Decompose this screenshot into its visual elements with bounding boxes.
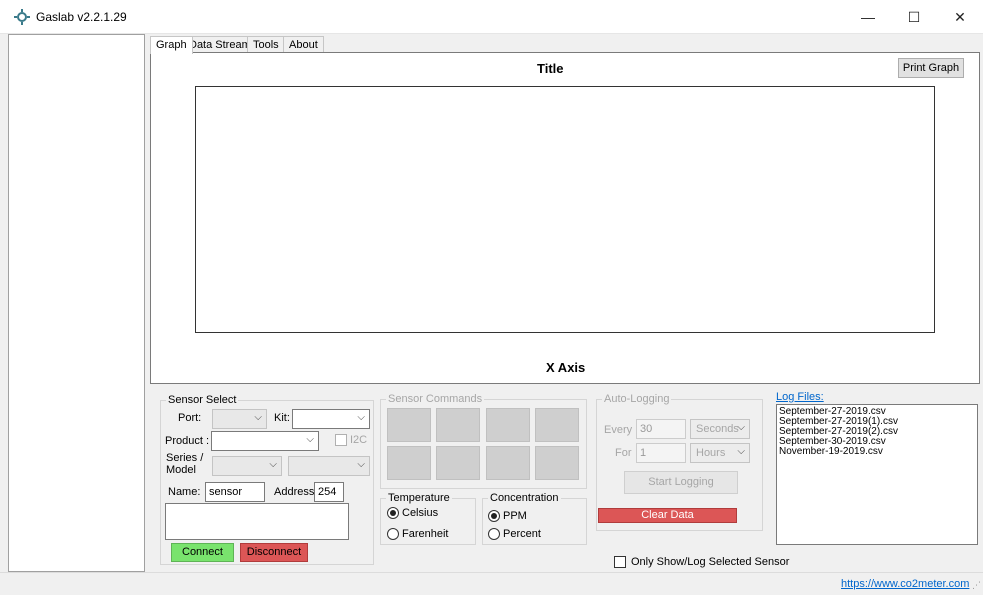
chevron-down-icon: ⌵ bbox=[737, 422, 745, 433]
maximize-button[interactable]: ☐ bbox=[891, 0, 937, 34]
chevron-down-icon: ⌵ bbox=[357, 412, 365, 423]
start-logging-button[interactable]: Start Logging bbox=[624, 471, 738, 494]
tab-about[interactable]: About bbox=[283, 36, 324, 53]
sensor-command-button-2[interactable] bbox=[436, 408, 480, 442]
website-link[interactable]: https://www.co2meter.com bbox=[841, 578, 969, 590]
sensor-command-button-3[interactable] bbox=[486, 408, 530, 442]
product-select[interactable]: ⌵ bbox=[211, 431, 319, 451]
every-input[interactable] bbox=[636, 419, 686, 439]
sensor-select-title: Sensor Select bbox=[166, 394, 239, 406]
sensor-list-panel[interactable] bbox=[8, 34, 145, 572]
only-show-checkbox[interactable] bbox=[614, 556, 626, 568]
series-select[interactable]: ⌵ bbox=[212, 456, 282, 476]
sensor-command-button-7[interactable] bbox=[486, 446, 530, 480]
percent-label: Percent bbox=[503, 528, 541, 540]
sensor-command-button-4[interactable] bbox=[535, 408, 579, 442]
x-axis-label: X Axis bbox=[546, 360, 586, 375]
chevron-down-icon: ⌵ bbox=[254, 412, 262, 423]
celsius-label: Celsius bbox=[402, 507, 439, 519]
port-select[interactable]: ⌵ bbox=[212, 409, 267, 429]
resize-grip-icon[interactable]: ⋰ bbox=[972, 580, 981, 591]
for-unit-value: Hours bbox=[696, 447, 726, 459]
i2c-label: I2C bbox=[350, 434, 368, 446]
chevron-down-icon: ⌵ bbox=[737, 446, 745, 457]
for-label: For bbox=[615, 447, 632, 459]
title-bar: Gaslab v2.2.1.29 — ☐ ✕ bbox=[0, 0, 983, 34]
sensor-command-button-5[interactable] bbox=[387, 446, 431, 480]
ppm-label: PPM bbox=[503, 510, 527, 522]
chevron-down-icon: ⌵ bbox=[357, 459, 365, 470]
auto-logging-title: Auto-Logging bbox=[602, 393, 672, 405]
print-graph-button[interactable]: Print Graph bbox=[898, 58, 964, 78]
farenheit-radio[interactable] bbox=[387, 528, 399, 540]
tab-tools[interactable]: Tools bbox=[247, 36, 285, 53]
address-label: Address: bbox=[274, 486, 318, 498]
address-input[interactable] bbox=[314, 482, 344, 502]
kit-label: Kit: bbox=[274, 412, 290, 424]
log-files-link[interactable]: Log Files: bbox=[776, 391, 824, 403]
sensor-command-button-6[interactable] bbox=[436, 446, 480, 480]
percent-radio[interactable] bbox=[488, 528, 500, 540]
i2c-checkbox[interactable] bbox=[335, 434, 347, 446]
window-title: Gaslab v2.2.1.29 bbox=[36, 10, 127, 24]
every-unit-select[interactable]: Seconds ⌵ bbox=[690, 419, 750, 439]
farenheit-label: Farenheit bbox=[402, 528, 449, 540]
sensor-commands-title: Sensor Commands bbox=[386, 393, 485, 405]
name-input[interactable] bbox=[205, 482, 265, 502]
minimize-button[interactable]: — bbox=[845, 0, 891, 34]
temperature-title: Temperature bbox=[386, 492, 452, 504]
celsius-radio[interactable] bbox=[387, 507, 399, 519]
connect-button[interactable]: Connect bbox=[171, 543, 234, 562]
plot-area bbox=[195, 86, 935, 333]
ppm-radio[interactable] bbox=[488, 510, 500, 522]
every-label: Every bbox=[604, 424, 633, 436]
model-select[interactable]: ⌵ bbox=[288, 456, 370, 476]
chevron-down-icon: ⌵ bbox=[269, 459, 277, 470]
only-show-label: Only Show/Log Selected Sensor bbox=[631, 556, 790, 568]
sensor-command-button-8[interactable] bbox=[535, 446, 579, 480]
clear-data-button[interactable]: Clear Data bbox=[598, 508, 737, 523]
product-label: Product : bbox=[165, 435, 210, 447]
disconnect-button[interactable]: Disconnect bbox=[240, 543, 308, 562]
port-label: Port: bbox=[178, 412, 202, 424]
sensor-command-button-1[interactable] bbox=[387, 408, 431, 442]
kit-select[interactable]: ⌵ bbox=[292, 409, 370, 429]
close-button[interactable]: ✕ bbox=[937, 0, 983, 34]
log-file-item[interactable]: November-19-2019.csv bbox=[779, 447, 883, 457]
tab-graph[interactable]: Graph bbox=[150, 36, 193, 54]
name-label: Name: bbox=[168, 486, 201, 498]
every-unit-value: Seconds bbox=[696, 423, 739, 435]
log-files-list[interactable]: September-27-2019.csv September-27-2019(… bbox=[776, 404, 978, 545]
concentration-title: Concentration bbox=[488, 492, 561, 504]
status-bar bbox=[0, 572, 983, 595]
series-label-2: Model bbox=[166, 464, 196, 476]
tab-data-stream[interactable]: Data Stream bbox=[183, 36, 257, 53]
for-unit-select[interactable]: Hours ⌵ bbox=[690, 443, 750, 463]
sensor-info-box bbox=[165, 503, 349, 540]
chevron-down-icon: ⌵ bbox=[306, 434, 314, 445]
graph-title: Title bbox=[537, 61, 564, 76]
series-label-1: Series / bbox=[166, 452, 204, 464]
for-input[interactable] bbox=[636, 443, 686, 463]
app-gear-icon bbox=[14, 9, 30, 25]
